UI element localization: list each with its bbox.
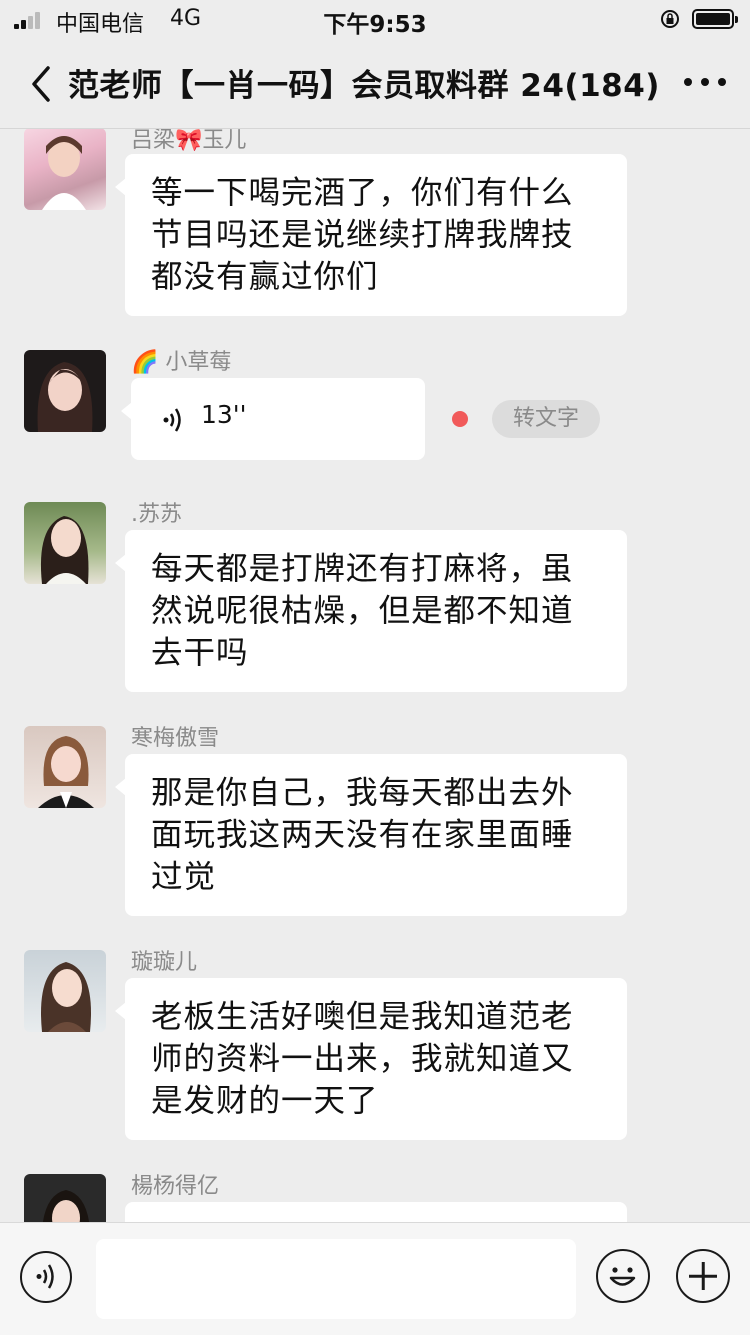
avatar[interactable] (24, 1174, 106, 1222)
chat-title: 范老师【一肖一码】会员取料群 24(184) (68, 68, 660, 104)
emoji-icon[interactable] (596, 1249, 650, 1303)
rotation-lock-icon (661, 10, 679, 28)
voice-wave-icon (163, 408, 181, 432)
sender-name: 楊杨得亿 (131, 1174, 220, 1199)
voice-duration: 13'' (201, 400, 247, 429)
more-dots-icon[interactable] (682, 74, 730, 90)
status-bar: 中国电信 4G 下午9:53 (0, 0, 750, 40)
sender-name: .苏苏 (131, 502, 182, 527)
voice-message[interactable]: 13'' (121, 378, 425, 460)
chevron-left-icon[interactable] (28, 64, 58, 104)
message-text (125, 1202, 627, 1220)
battery-icon (692, 9, 738, 29)
message-bubble[interactable] (125, 1202, 627, 1222)
avatar[interactable] (24, 950, 106, 1032)
avatar[interactable] (24, 128, 106, 210)
message-text: 每天都是打牌还有打麻将，虽然说呢很枯燥，但是都不知道去干吗 (151, 551, 574, 671)
message-text: 那是你自己，我每天都出去外面玩我这两天没有在家里面睡过觉 (151, 775, 574, 895)
message-text: 老板生活好噢但是我知道范老师的资料一出来，我就知道又是发财的一天了 (151, 999, 574, 1119)
message-bubble[interactable]: 老板生活好噢但是我知道范老师的资料一出来，我就知道又是发财的一天了 (115, 978, 627, 1140)
avatar[interactable] (24, 502, 106, 584)
input-bar (0, 1222, 750, 1335)
chat-header: 范老师【一肖一码】会员取料群 24(184) (0, 40, 750, 129)
avatar[interactable] (24, 350, 106, 432)
convert-to-text-button[interactable]: 转文字 (492, 400, 600, 438)
message-list[interactable]: 吕梁🎀玉儿 等一下喝完酒了，你们有什么节目吗还是说继续打牌我牌技都没有赢过你们 … (0, 128, 750, 1222)
status-time: 下午9:53 (323, 12, 427, 38)
message-text: 等一下喝完酒了，你们有什么节目吗还是说继续打牌我牌技都没有赢过你们 (151, 175, 574, 295)
voice-mode-icon[interactable] (20, 1251, 72, 1303)
sender-name: 璇璇儿 (131, 950, 198, 975)
sender-name: 🌈 小草莓 (131, 350, 232, 375)
plus-icon[interactable] (676, 1249, 730, 1303)
sender-name: 吕梁🎀玉儿 (131, 128, 247, 153)
message-bubble[interactable]: 那是你自己，我每天都出去外面玩我这两天没有在家里面睡过觉 (115, 754, 627, 916)
unread-dot (452, 411, 468, 427)
message-bubble[interactable]: 等一下喝完酒了，你们有什么节目吗还是说继续打牌我牌技都没有赢过你们 (115, 154, 627, 316)
avatar[interactable] (24, 726, 106, 808)
message-bubble[interactable]: 每天都是打牌还有打麻将，虽然说呢很枯燥，但是都不知道去干吗 (115, 530, 627, 692)
sender-name: 寒梅傲雪 (131, 726, 220, 751)
message-input[interactable] (96, 1239, 576, 1319)
